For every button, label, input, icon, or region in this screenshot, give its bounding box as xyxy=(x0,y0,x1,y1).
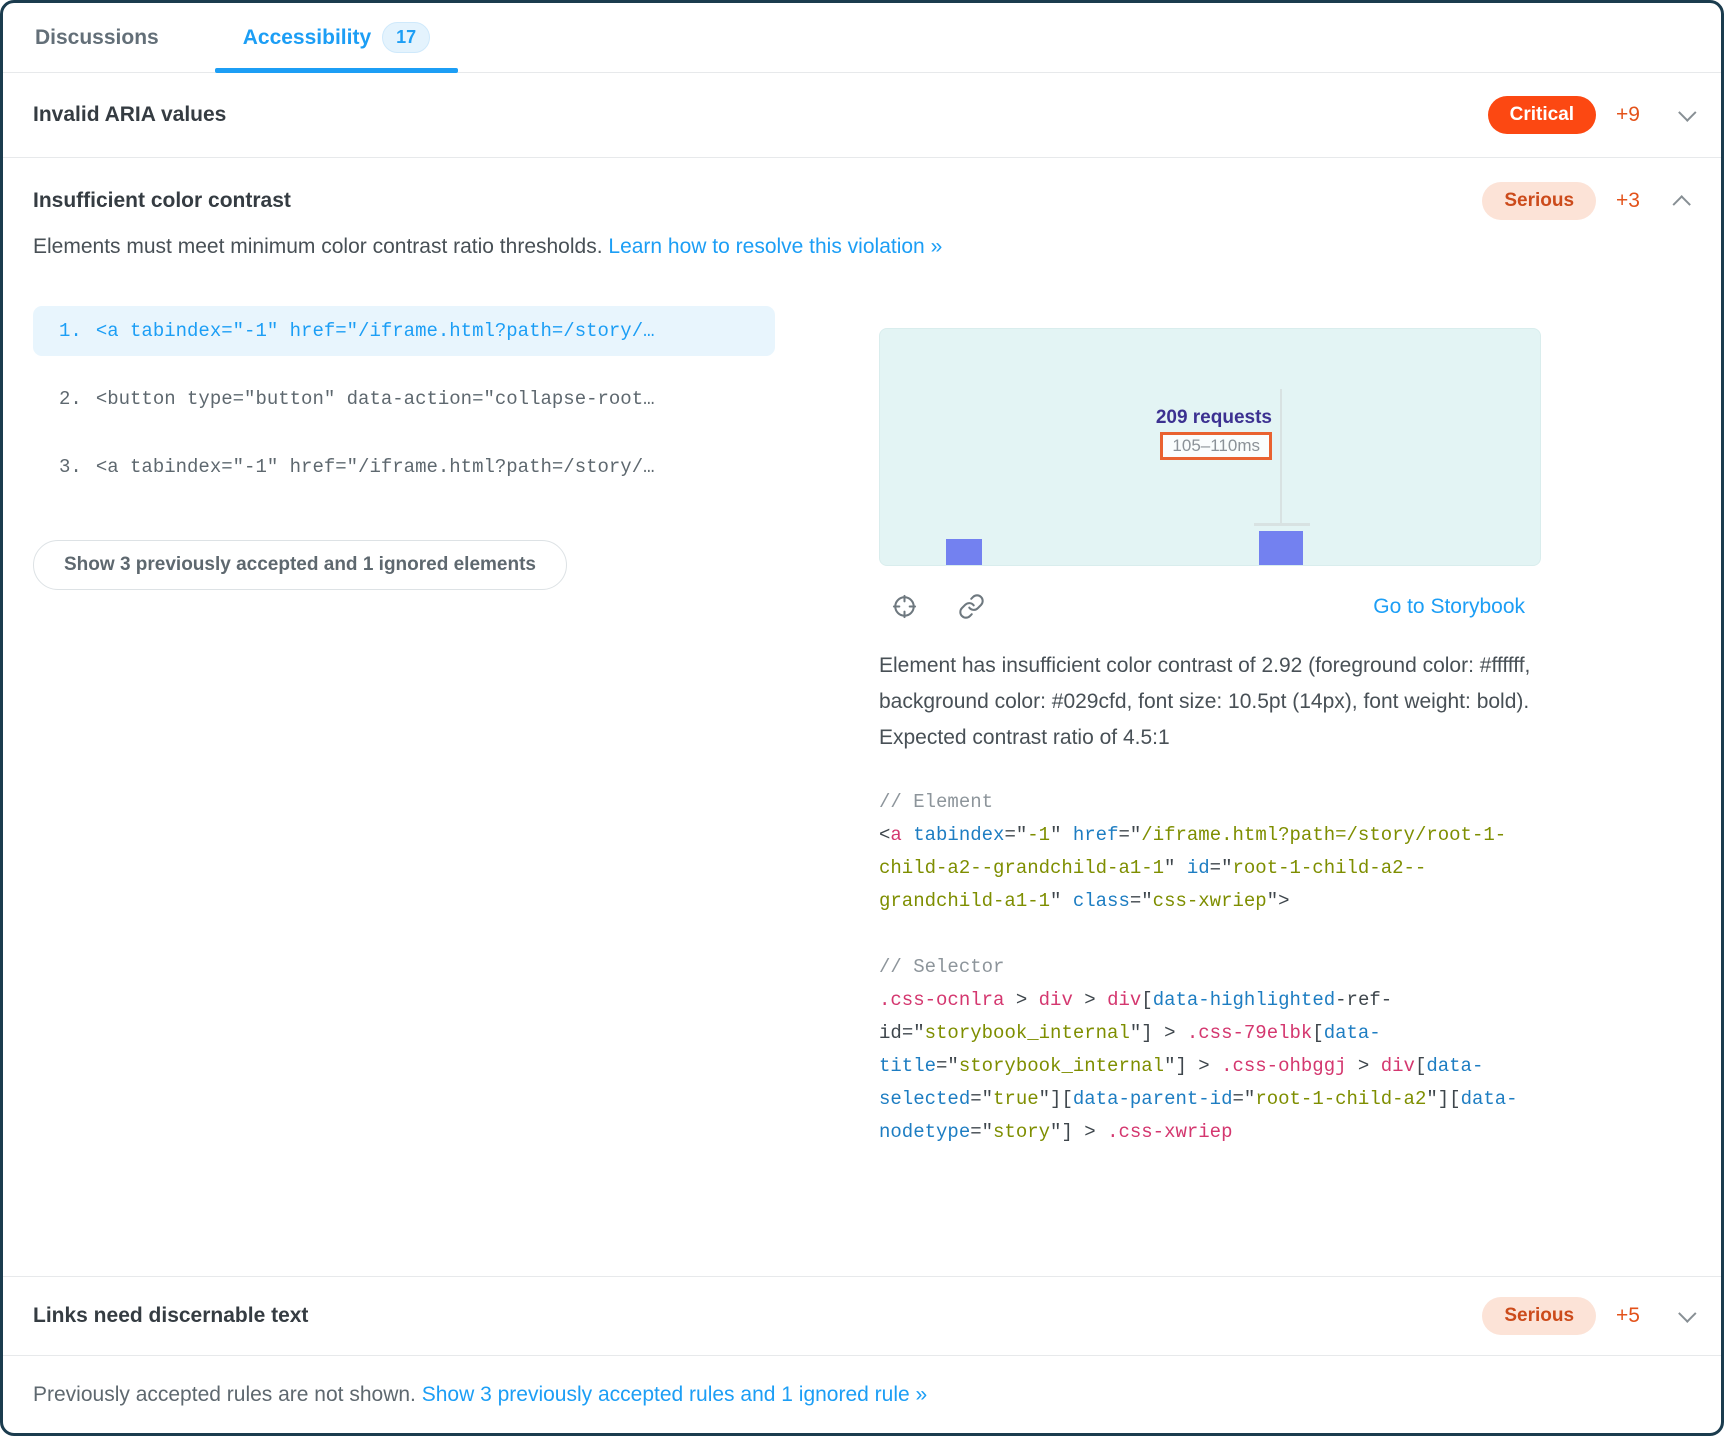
show-accepted-elements-button[interactable]: Show 3 previously accepted and 1 ignored… xyxy=(33,540,567,590)
rule-row-color-contrast[interactable]: Insufficient color contrast Serious +3 xyxy=(33,182,1691,220)
preview-actions: Go to Storybook xyxy=(879,593,1541,620)
chevron-down-icon[interactable] xyxy=(1678,103,1696,121)
chart-tooltip: 209 requests 105–110ms xyxy=(880,407,1272,460)
tooltip-guide-line xyxy=(1280,389,1282,525)
violation-detail-text: Element has insufficient color contrast … xyxy=(879,648,1541,756)
tooltip-guide-cap xyxy=(1254,523,1310,526)
element-code: <a tabindex="-1" href="/iframe.html?path… xyxy=(879,819,1534,918)
footer-note: Previously accepted rules are not shown. xyxy=(33,1383,416,1407)
element-preview-thumbnail: 209 requests 105–110ms xyxy=(879,328,1541,566)
element-item-code: <a tabindex="-1" href="/iframe.html?path… xyxy=(96,456,655,478)
chevron-down-icon[interactable] xyxy=(1678,1304,1696,1322)
severity-badge-critical: Critical xyxy=(1488,96,1596,134)
severity-badge-serious: Serious xyxy=(1482,1297,1596,1335)
target-icon[interactable] xyxy=(891,593,918,620)
element-list: 1. <a tabindex="-1" href="/iframe.html?pa… xyxy=(33,306,775,1149)
rule-title-discernable-text: Links need discernable text xyxy=(33,1304,308,1328)
chart-bar xyxy=(1259,531,1303,565)
rule-meta-discernable-text: Serious +5 xyxy=(1482,1297,1691,1335)
show-accepted-rules-link[interactable]: Show 3 previously accepted rules and 1 i… xyxy=(422,1383,927,1407)
rule-section-color-contrast: Insufficient color contrast Serious +3 E… xyxy=(3,158,1721,1276)
element-detail: 209 requests 105–110ms xyxy=(879,306,1541,1149)
tab-bar: Discussions Accessibility 17 xyxy=(3,3,1721,73)
code-comment-selector: // Selector xyxy=(879,951,1534,984)
accessibility-count-badge: 17 xyxy=(382,22,430,53)
link-icon[interactable] xyxy=(958,593,985,620)
element-item-number: 3. xyxy=(59,456,82,478)
element-list-item-3[interactable]: 3. <a tabindex="-1" href="/iframe.html?pa… xyxy=(33,442,775,492)
rule-meta-color-contrast: Serious +3 xyxy=(1482,182,1691,220)
rule-title-invalid-aria: Invalid ARIA values xyxy=(33,103,226,127)
preview-action-icons xyxy=(891,593,1025,620)
rule-description: Elements must meet minimum color contras… xyxy=(33,232,1691,262)
element-item-code: <a tabindex="-1" href="/iframe.html?path… xyxy=(96,320,655,342)
learn-how-link[interactable]: Learn how to resolve this violation » xyxy=(608,235,942,258)
severity-badge-serious: Serious xyxy=(1482,182,1596,220)
tab-accessibility[interactable]: Accessibility 17 xyxy=(215,3,458,72)
rule-content: 1. <a tabindex="-1" href="/iframe.html?pa… xyxy=(33,306,1691,1149)
panel-footer: Previously accepted rules are not shown.… xyxy=(3,1355,1721,1433)
rule-description-text: Elements must meet minimum color contras… xyxy=(33,235,603,258)
rule-row-discernable-text[interactable]: Links need discernable text Serious +5 xyxy=(3,1276,1721,1355)
tab-accessibility-label: Accessibility xyxy=(243,26,371,50)
violation-count: +9 xyxy=(1616,103,1640,127)
element-list-item-1[interactable]: 1. <a tabindex="-1" href="/iframe.html?pa… xyxy=(33,306,775,356)
tab-discussions[interactable]: Discussions xyxy=(35,3,159,72)
rule-meta-invalid-aria: Critical +9 xyxy=(1488,96,1691,134)
tooltip-requests-label: 209 requests xyxy=(880,407,1272,429)
selector-code: .css-ocnlra > div > div[data-highlighted… xyxy=(879,984,1534,1149)
accessibility-panel: Discussions Accessibility 17 Invalid ARI… xyxy=(0,0,1724,1436)
element-item-code: <button type="button" data-action="colla… xyxy=(96,388,655,410)
go-to-storybook-link[interactable]: Go to Storybook xyxy=(1373,595,1525,619)
violation-count: +5 xyxy=(1616,1304,1640,1328)
contrast-violation-highlight-box: 105–110ms xyxy=(1160,432,1272,460)
tooltip-range-label: 105–110ms xyxy=(1172,436,1260,455)
rule-title-color-contrast: Insufficient color contrast xyxy=(33,189,291,213)
tab-discussions-label: Discussions xyxy=(35,26,159,50)
chart-bar xyxy=(946,539,982,565)
code-block: // Element <a tabindex="-1" href="/ifram… xyxy=(879,786,1534,1149)
chevron-up-icon[interactable] xyxy=(1672,195,1690,213)
element-item-number: 1. xyxy=(59,320,82,342)
violation-count: +3 xyxy=(1616,189,1640,213)
element-item-number: 2. xyxy=(59,388,82,410)
element-list-item-2[interactable]: 2. <button type="button" data-action="col… xyxy=(33,374,775,424)
rule-row-invalid-aria[interactable]: Invalid ARIA values Critical +9 xyxy=(3,73,1721,158)
code-comment-element: // Element xyxy=(879,786,1534,819)
